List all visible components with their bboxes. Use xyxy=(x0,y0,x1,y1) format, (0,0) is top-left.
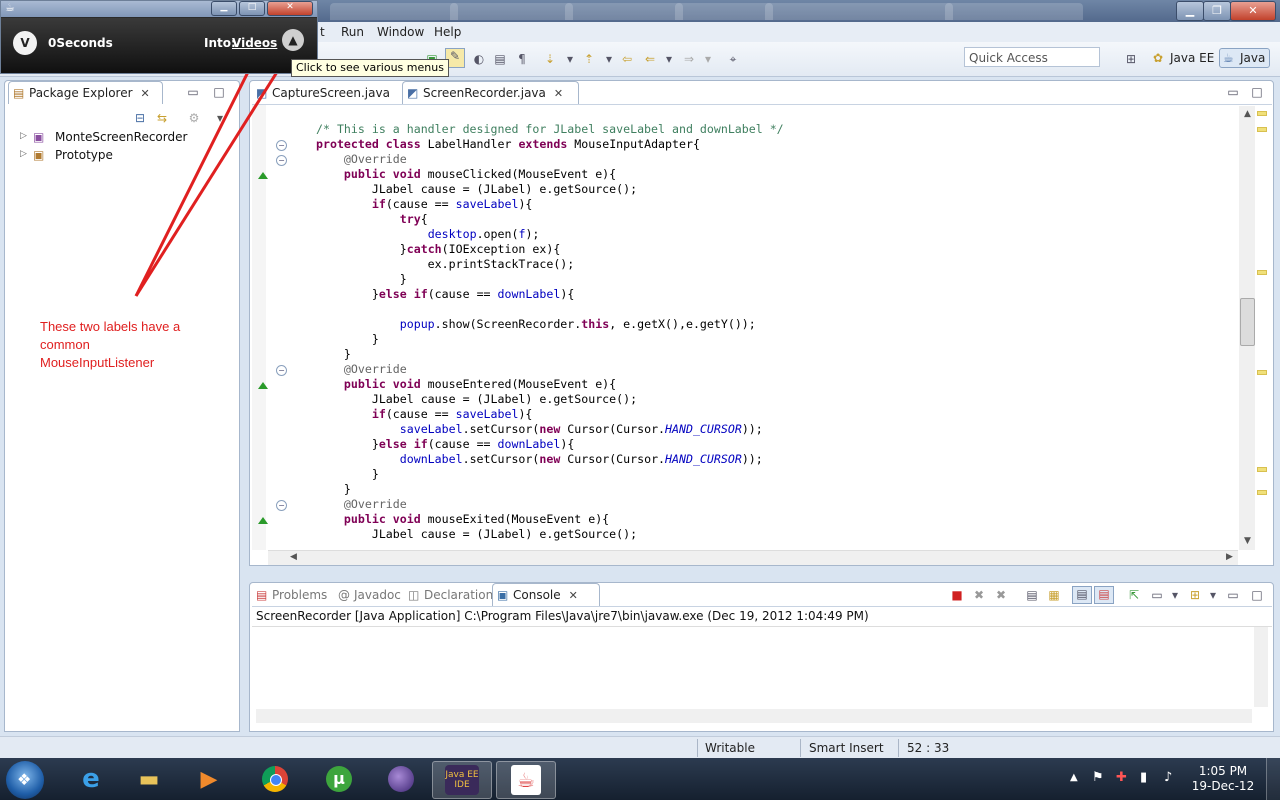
elapsed-seconds: 0Seconds xyxy=(48,36,113,50)
annotation-arrow-line xyxy=(134,57,257,297)
screen-recorder-window: ☕ ▁ □ ✕ V 0Seconds Into: Videos ▲ xyxy=(0,0,318,74)
recorder-minimize-button[interactable]: ▁ xyxy=(211,1,237,16)
tooltip: Click to see various menus xyxy=(291,59,449,77)
videos-link[interactable]: Videos xyxy=(232,36,277,50)
recorder-close-button[interactable]: ✕ xyxy=(267,1,313,16)
annotation-arrow-line xyxy=(134,52,291,297)
recorder-maximize-button[interactable]: □ xyxy=(239,1,265,16)
recorder-title-bar: ☕ ▁ □ ✕ xyxy=(1,1,317,17)
java-app-icon: ☕ xyxy=(5,1,15,14)
annotation-arrows xyxy=(134,52,291,297)
menu-toggle-icon[interactable]: ▲ xyxy=(282,29,304,51)
record-logo-icon[interactable]: V xyxy=(13,31,37,55)
